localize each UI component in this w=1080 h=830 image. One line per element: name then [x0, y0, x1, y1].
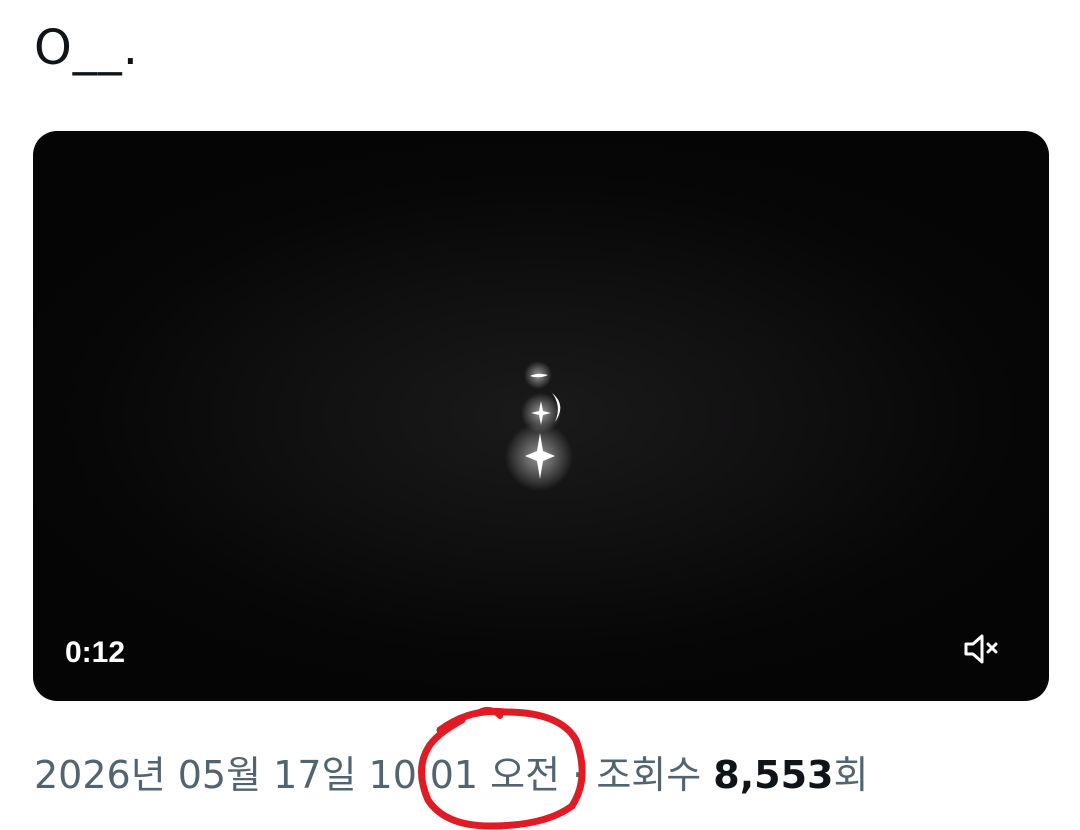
views-label: 조회수	[596, 753, 714, 797]
mute-button[interactable]	[961, 627, 1005, 671]
speaker-muted-icon	[964, 634, 998, 664]
meta-separator: ·	[560, 753, 597, 797]
post-ampm: 오전	[478, 753, 561, 797]
post-date: 2026년 05월 17일	[34, 753, 369, 797]
post-text: O__.	[34, 20, 140, 76]
views-count: 8,553	[713, 753, 834, 797]
video-time-badge: 0:12	[65, 636, 126, 669]
post-time[interactable]: 10:01	[369, 753, 479, 797]
video-player[interactable]: 0:12	[33, 131, 1049, 701]
views-suffix: 회	[833, 753, 869, 797]
post-metadata: 2026년 05월 17일 10:01 오전 · 조회수 8,553회	[34, 744, 868, 799]
sparkle-moon-icon	[505, 361, 573, 491]
